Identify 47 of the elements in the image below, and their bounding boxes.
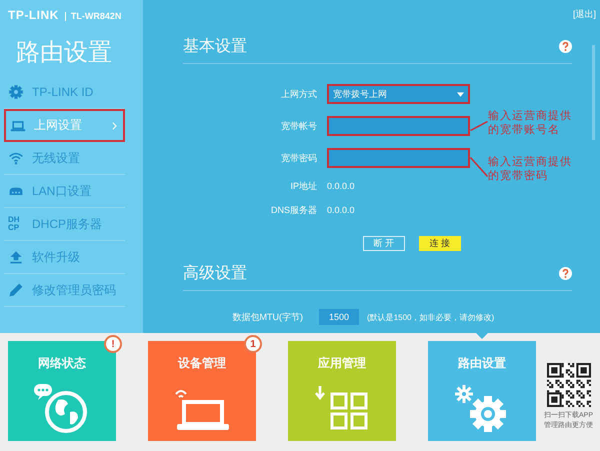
sidebar-item[interactable]: DH CP DHCP服务器 xyxy=(4,208,125,241)
field-value: 0.0.0.0 xyxy=(327,205,355,215)
sidebar-item[interactable]: 上网设置 xyxy=(4,109,125,142)
field-label: IP地址 xyxy=(289,180,317,192)
annotation-text: 输入运营商提供 的宽带密码 xyxy=(488,155,572,183)
leader-line xyxy=(470,157,488,177)
leader-line xyxy=(470,121,488,131)
mtu-field[interactable]: 1500 xyxy=(319,309,360,325)
sidebar-item[interactable]: 无线设置 xyxy=(4,142,125,175)
help-icon[interactable] xyxy=(559,267,572,280)
input-field[interactable] xyxy=(327,116,470,136)
dhcp-icon: DH CP xyxy=(8,216,24,232)
section-title: 基本设置 xyxy=(183,36,247,57)
input-field[interactable] xyxy=(327,148,470,168)
sidebar-item[interactable]: 软件升级 xyxy=(4,241,125,274)
sidebar-item[interactable]: TP-LINK ID xyxy=(4,76,125,109)
annotation-text: 输入运营商提供 的宽带账号名 xyxy=(488,109,572,137)
field-label: 数据包MTU(字节) xyxy=(232,310,303,324)
connect-button[interactable]: 连 接 xyxy=(419,236,461,251)
disconnect-button[interactable]: 断 开 xyxy=(363,236,405,251)
field-label: 上网方式 xyxy=(280,88,317,100)
qr-code-icon xyxy=(546,363,590,407)
gear-icon xyxy=(8,84,24,100)
pencil-icon xyxy=(8,282,24,298)
field-label: 宽带密码 xyxy=(280,152,317,164)
nav-tile[interactable]: 应用管理 xyxy=(288,341,396,441)
chevron-icon xyxy=(112,122,117,130)
upload-icon xyxy=(8,249,24,265)
notification-badge: 1 xyxy=(244,335,262,353)
caret-icon xyxy=(457,92,464,96)
section-title: 高级设置 xyxy=(183,264,247,284)
help-icon[interactable] xyxy=(559,40,572,53)
model-name: TL-WR842N xyxy=(64,12,122,21)
scrollbar[interactable] xyxy=(592,45,595,140)
wifi-icon xyxy=(8,150,24,166)
field-value: 0.0.0.0 xyxy=(327,181,355,191)
field-label: 宽带帐号 xyxy=(280,120,317,132)
hint-text: (默认是1500，如非必要，请勿修改) xyxy=(367,312,494,322)
brand-logo: TP-LINK xyxy=(8,8,59,22)
logout-link[interactable]: [退出] xyxy=(572,8,596,22)
field-label: DNS服务器 xyxy=(270,204,317,216)
sidebar-item[interactable]: 修改管理员密码 xyxy=(4,274,125,307)
nav-tile[interactable]: 路由设置 xyxy=(428,341,536,441)
sidebar-item[interactable]: LAN口设置 xyxy=(4,175,125,208)
connection-type-dropdown[interactable]: 宽带拨号上网 xyxy=(327,84,470,104)
sidebar-title: 路由设置 xyxy=(15,38,113,68)
notification-badge: ! xyxy=(104,335,122,353)
